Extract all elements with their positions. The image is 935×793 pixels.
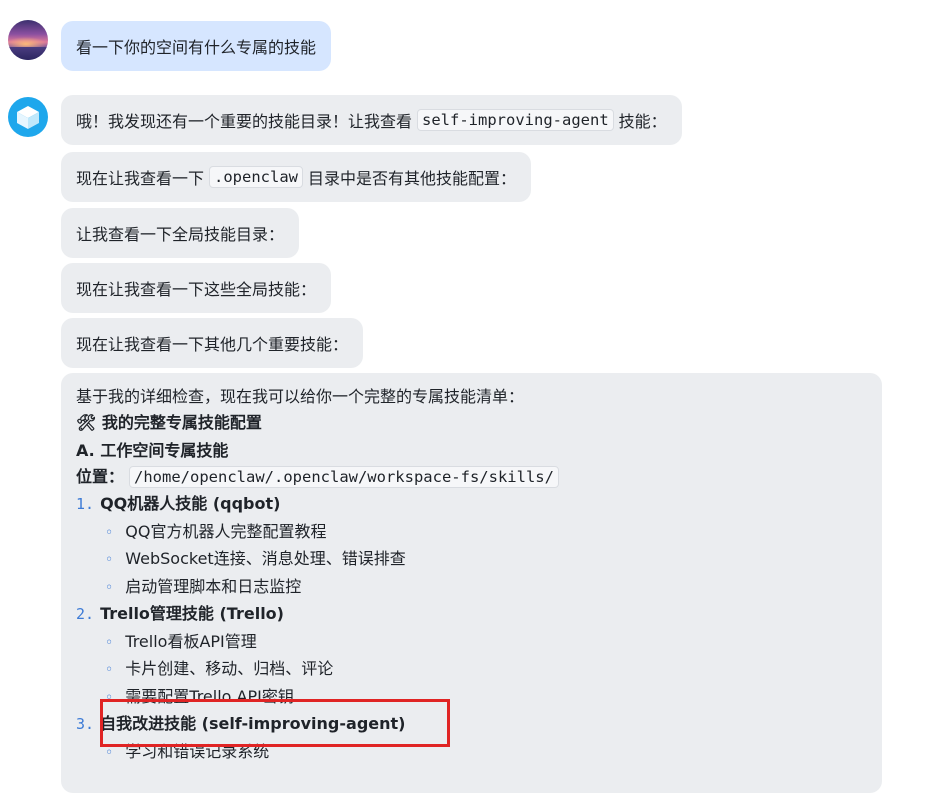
bot-message-2-post: 目录中是否有其他技能配置：	[308, 169, 517, 188]
section-a-title: A. 工作空间专属技能	[76, 441, 229, 460]
user-message-bubble: 看一下你的空间有什么专属的技能	[61, 21, 332, 71]
list-item: ◦ 卡片创建、移动、归档、评论	[105, 658, 333, 681]
bot-message-1-pre: 哦！我发现还有一个重要的技能目录！让我查看	[76, 112, 413, 131]
list-item-text: 卡片创建、移动、归档、评论	[125, 659, 334, 678]
summary-heading-text: 我的完整专属技能配置	[101, 413, 262, 432]
list-item: ◦ WebSocket连接、消息处理、错误排查	[105, 548, 406, 571]
skill-2-number: 2.	[76, 605, 95, 623]
summary-intro: 基于我的详细检查，现在我可以给你一个完整的专属技能清单：	[76, 387, 525, 406]
bot-message-5-text: 现在让我查看一下其他几个重要技能：	[76, 335, 349, 354]
skill-1-title: QQ机器人技能 (qqbot)	[100, 494, 281, 513]
list-item-text: QQ官方机器人完整配置教程	[125, 522, 327, 541]
bot-message-5: 现在让我查看一下其他几个重要技能：	[61, 318, 364, 368]
bullet-icon: ◦	[105, 635, 114, 651]
bullet-icon: ◦	[105, 552, 114, 568]
list-item: ◦ Trello看板API管理	[105, 631, 257, 654]
list-item-text: 启动管理脚本和日志监控	[125, 577, 302, 596]
user-avatar	[8, 20, 48, 60]
skill-1-number: 1.	[76, 495, 95, 513]
user-message-text: 看一下你的空间有什么专属的技能	[76, 38, 317, 57]
highlight-box	[100, 699, 450, 747]
list-item-text: Trello看板API管理	[125, 632, 257, 651]
skill-3-number: 3.	[76, 715, 95, 733]
list-item: ◦ 启动管理脚本和日志监控	[105, 576, 301, 599]
bot-message-1: 哦！我发现还有一个重要的技能目录！让我查看 self-improving-agen…	[61, 95, 682, 145]
location-label: 位置：	[76, 467, 125, 486]
bullet-icon: ◦	[105, 580, 114, 596]
skill-2-title: Trello管理技能 (Trello)	[100, 604, 284, 623]
tools-icon: 🛠	[76, 413, 97, 432]
bot-message-2-pre: 现在让我查看一下	[76, 169, 205, 188]
bullet-icon: ◦	[105, 662, 114, 678]
list-item-text: WebSocket连接、消息处理、错误排查	[125, 549, 406, 568]
bot-message-4-text: 现在让我查看一下这些全局技能：	[76, 280, 317, 299]
bot-message-4: 现在让我查看一下这些全局技能：	[61, 263, 332, 313]
bullet-icon: ◦	[105, 745, 114, 761]
bot-avatar	[8, 97, 48, 137]
bot-message-1-code: self-improving-agent	[417, 109, 614, 131]
location-path: /home/openclaw/.openclaw/workspace-fs/sk…	[129, 466, 559, 488]
bot-message-3-text: 让我查看一下全局技能目录：	[76, 225, 285, 244]
bullet-icon: ◦	[105, 525, 114, 541]
bot-message-1-post: 技能：	[618, 112, 667, 131]
location-row: 位置：/home/openclaw/.openclaw/workspace-fs…	[76, 466, 564, 488]
summary-heading: 🛠 我的完整专属技能配置	[76, 412, 262, 434]
skill-item-2: 2. Trello管理技能 (Trello)	[76, 603, 284, 625]
cube-icon	[17, 106, 39, 129]
bot-message-2-code: .openclaw	[209, 166, 304, 188]
list-item: ◦ QQ官方机器人完整配置教程	[105, 521, 326, 544]
skill-item-1: 1. QQ机器人技能 (qqbot)	[76, 493, 280, 515]
bot-message-2: 现在让我查看一下 .openclaw 目录中是否有其他技能配置：	[61, 152, 532, 202]
bot-message-3: 让我查看一下全局技能目录：	[61, 208, 300, 258]
